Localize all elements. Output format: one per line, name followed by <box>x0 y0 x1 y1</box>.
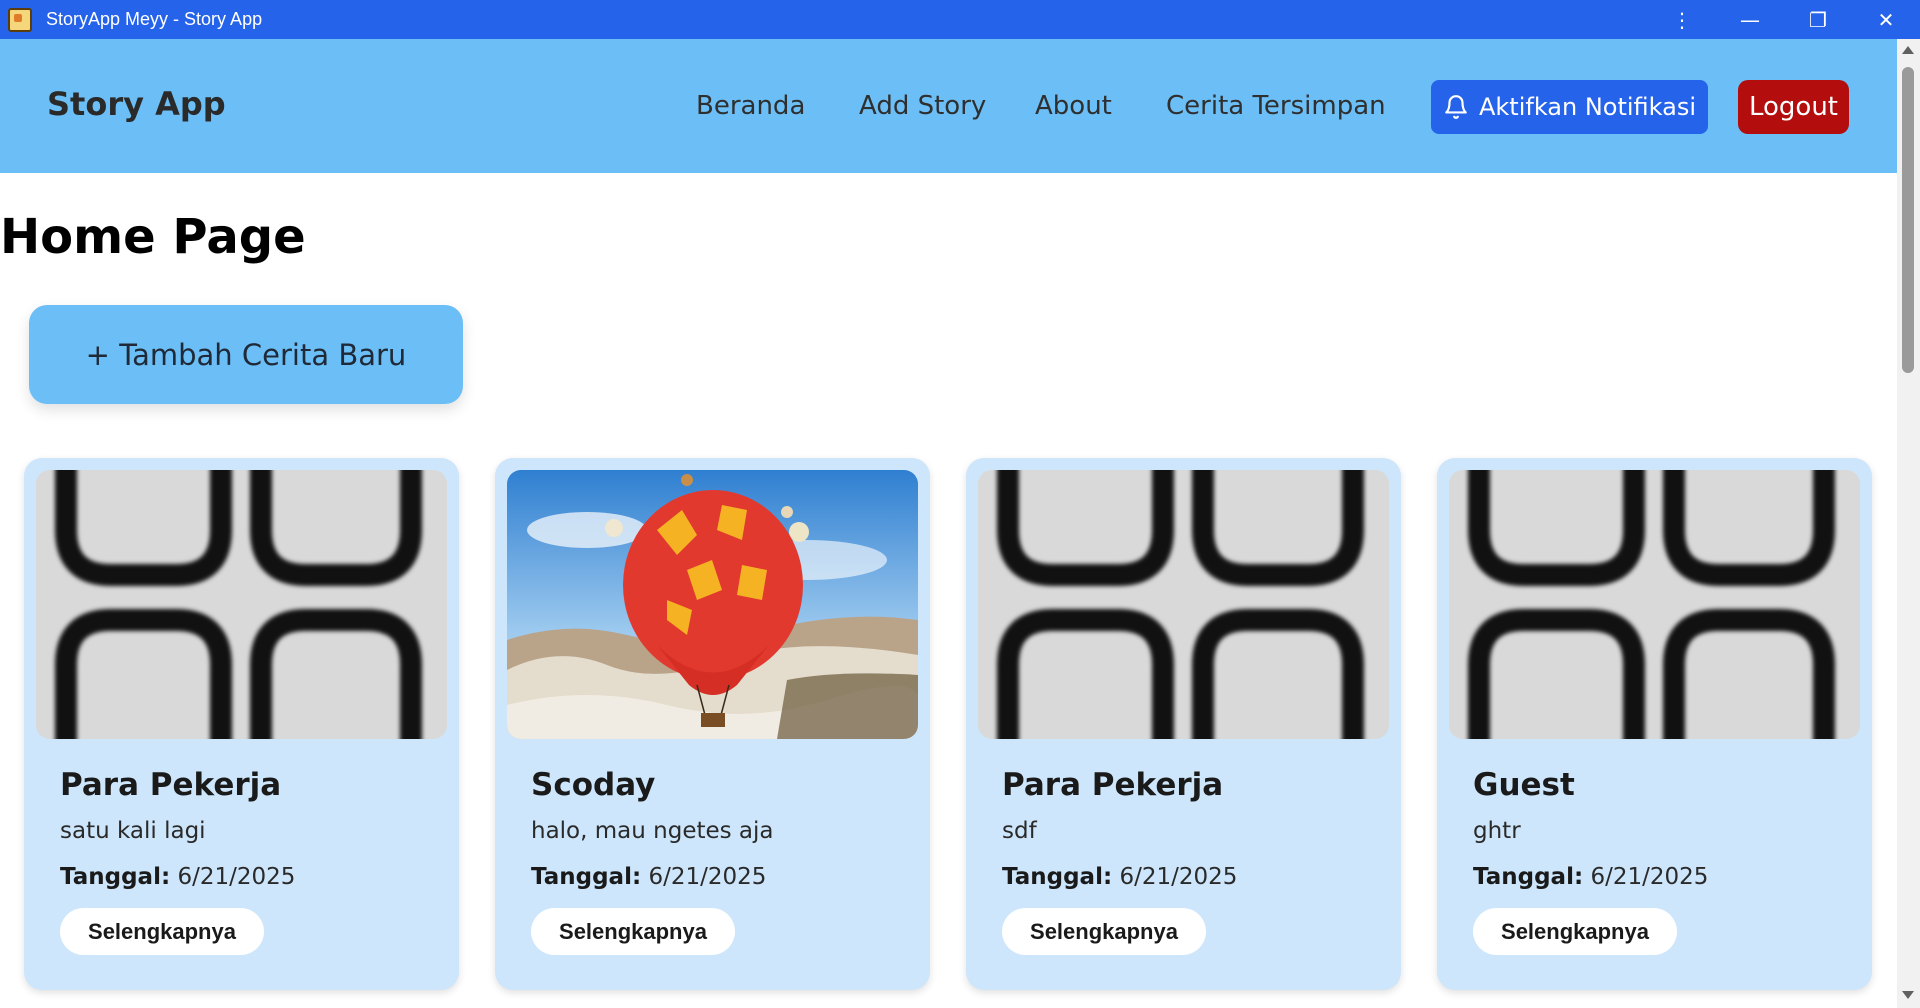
story-image-balloon <box>507 470 918 739</box>
story-description: satu kali lagi <box>60 818 206 844</box>
date-value: 6/21/2025 <box>1119 864 1238 890</box>
read-more-button[interactable]: Selengkapnya <box>60 908 264 955</box>
story-date: Tanggal: 6/21/2025 <box>1473 864 1708 890</box>
story-author: Para Pekerja <box>1002 767 1224 803</box>
scroll-up-icon[interactable] <box>1902 46 1914 54</box>
story-image-placeholder <box>978 470 1389 739</box>
nav-link-add-story[interactable]: Add Story <box>859 91 986 121</box>
story-image-placeholder <box>1449 470 1860 739</box>
window-titlebar: StoryApp Meyy - Story App ⋮ — ❐ ✕ <box>0 0 1920 39</box>
story-card: Para Pekerja satu kali lagi Tanggal: 6/2… <box>24 458 459 990</box>
story-description: sdf <box>1002 818 1037 844</box>
app-icon <box>8 7 32 32</box>
read-more-button[interactable]: Selengkapnya <box>1002 908 1206 955</box>
story-date: Tanggal: 6/21/2025 <box>60 864 295 890</box>
story-image-placeholder <box>36 470 447 739</box>
date-value: 6/21/2025 <box>1590 864 1709 890</box>
add-story-button[interactable]: + Tambah Cerita Baru <box>29 305 463 404</box>
story-date: Tanggal: 6/21/2025 <box>531 864 766 890</box>
read-more-button[interactable]: Selengkapnya <box>531 908 735 955</box>
close-icon[interactable]: ✕ <box>1852 0 1920 39</box>
story-author: Scoday <box>531 767 656 803</box>
story-author: Para Pekerja <box>60 767 282 803</box>
bell-icon <box>1445 95 1467 119</box>
kebab-menu-icon[interactable]: ⋮ <box>1648 0 1716 39</box>
enable-notification-label: Aktifkan Notifikasi <box>1478 93 1697 121</box>
story-card: Guest ghtr Tanggal: 6/21/2025 Selengkapn… <box>1437 458 1872 990</box>
story-date: Tanggal: 6/21/2025 <box>1002 864 1237 890</box>
window-controls: ⋮ — ❐ ✕ <box>1648 0 1920 39</box>
story-description: ghtr <box>1473 818 1521 844</box>
logout-button[interactable]: Logout <box>1738 80 1849 134</box>
date-value: 6/21/2025 <box>648 864 767 890</box>
scroll-down-icon[interactable] <box>1902 991 1914 999</box>
nav-link-beranda[interactable]: Beranda <box>696 91 805 121</box>
page-title: Home Page <box>0 209 306 265</box>
story-author: Guest <box>1473 767 1575 803</box>
date-value: 6/21/2025 <box>177 864 296 890</box>
minimize-icon[interactable]: — <box>1716 0 1784 39</box>
story-description: halo, mau ngetes aja <box>531 818 774 844</box>
brand-logo[interactable]: Story App <box>47 85 226 123</box>
date-label: Tanggal: <box>531 864 642 890</box>
nav-link-about[interactable]: About <box>1035 91 1112 121</box>
scrollbar-thumb[interactable] <box>1902 67 1914 373</box>
navbar: Story App Beranda Add Story About Cerita… <box>0 39 1897 173</box>
date-label: Tanggal: <box>60 864 171 890</box>
story-card: Scoday halo, mau ngetes aja Tanggal: 6/2… <box>495 458 930 990</box>
story-card: Para Pekerja sdf Tanggal: 6/21/2025 Sele… <box>966 458 1401 990</box>
nav-link-cerita-tersimpan[interactable]: Cerita Tersimpan <box>1166 91 1386 121</box>
window-title: StoryApp Meyy - Story App <box>46 9 263 29</box>
date-label: Tanggal: <box>1002 864 1113 890</box>
restore-icon[interactable]: ❐ <box>1784 0 1852 39</box>
page-content: Story App Beranda Add Story About Cerita… <box>0 39 1897 1008</box>
vertical-scrollbar[interactable] <box>1897 39 1920 1008</box>
read-more-button[interactable]: Selengkapnya <box>1473 908 1677 955</box>
enable-notification-button[interactable]: Aktifkan Notifikasi <box>1431 80 1708 134</box>
date-label: Tanggal: <box>1473 864 1584 890</box>
